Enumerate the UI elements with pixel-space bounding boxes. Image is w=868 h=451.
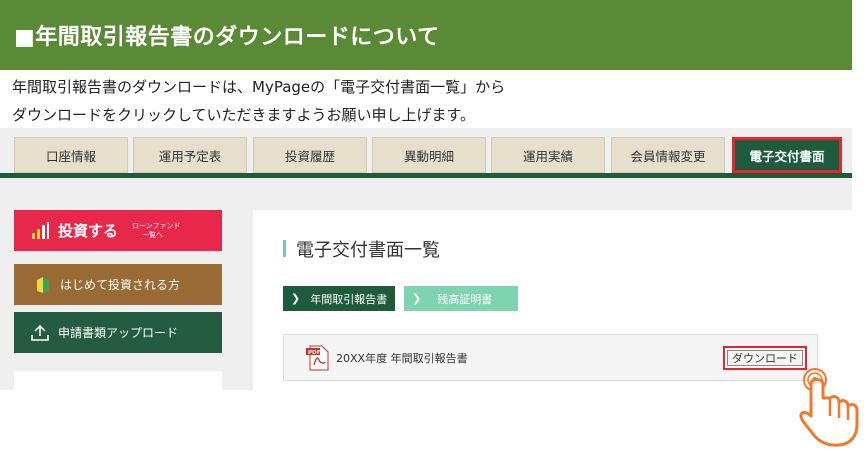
download-button[interactable]: ダウンロード: [727, 350, 803, 366]
beginner-label: はじめて投資される方: [60, 278, 181, 292]
tab-performance[interactable]: 運用実績: [491, 137, 605, 173]
pdf-badge-text: PDF: [308, 350, 321, 356]
beginner-leaf-icon: [37, 276, 49, 293]
title-accent-bar: [283, 240, 286, 257]
sidebar-panel: [14, 371, 222, 390]
beginner-guide-button[interactable]: はじめて投資される方: [14, 264, 222, 305]
pointing-hand-icon: [799, 368, 859, 447]
download-button-highlight[interactable]: ダウンロード: [723, 346, 807, 370]
tab-electronic-documents[interactable]: 電子交付書面: [732, 137, 842, 173]
invest-button[interactable]: 投資する ローンファンド 一覧へ: [14, 210, 222, 251]
subtab-balance-certificate-label: 残高証明書: [437, 292, 493, 306]
chevron-right-icon: ❯: [412, 292, 422, 305]
invest-sublabel-line1: ローンファンド: [132, 221, 181, 230]
upload-icon: [31, 324, 49, 341]
tab-investment-history[interactable]: 投資履歴: [253, 137, 367, 173]
invest-label: 投資する: [58, 222, 119, 240]
tab-movement-details[interactable]: 異動明細: [372, 137, 486, 173]
subtab-balance-certificate[interactable]: ❯ 残高証明書: [404, 286, 518, 311]
subtab-annual-report[interactable]: ❯ 年間取引報告書: [283, 286, 395, 311]
document-name: 20XX年度 年間取引報告書: [336, 352, 468, 365]
upload-label: 申請書類アップロード: [58, 326, 179, 340]
pdf-file-icon: PDF: [306, 345, 329, 371]
invest-sublabel: ローンファンド 一覧へ: [132, 222, 180, 240]
main-nav-tabs: 口座情報 運用予定表 投資履歴 異動明細 運用実績 会員情報変更 電子交付書面: [0, 128, 852, 180]
intro-text-line-2: ダウンロードをクリックしていただきますようお願い申し上げます。: [12, 106, 476, 124]
intro-text-line-1: 年間取引報告書のダウンロードは、MyPageの「電子交付書面一覧」から: [12, 78, 506, 96]
panel-title: 電子交付書面一覧: [296, 240, 440, 261]
tab-account-info[interactable]: 口座情報: [14, 137, 128, 173]
tab-schedule[interactable]: 運用予定表: [133, 137, 247, 173]
invest-sublabel-line2: 一覧へ: [142, 230, 164, 239]
subtab-annual-report-label: 年間取引報告書: [310, 292, 388, 306]
bar-chart-icon: [32, 221, 49, 239]
page-title: ■年間取引報告書のダウンロードについて: [14, 25, 440, 50]
nav-underline: [0, 173, 852, 178]
chevron-right-icon: ❯: [291, 292, 301, 305]
tab-member-info[interactable]: 会員情報変更: [611, 137, 725, 173]
document-upload-button[interactable]: 申請書類アップロード: [14, 312, 222, 353]
header-banner: ■年間取引報告書のダウンロードについて: [0, 0, 852, 70]
